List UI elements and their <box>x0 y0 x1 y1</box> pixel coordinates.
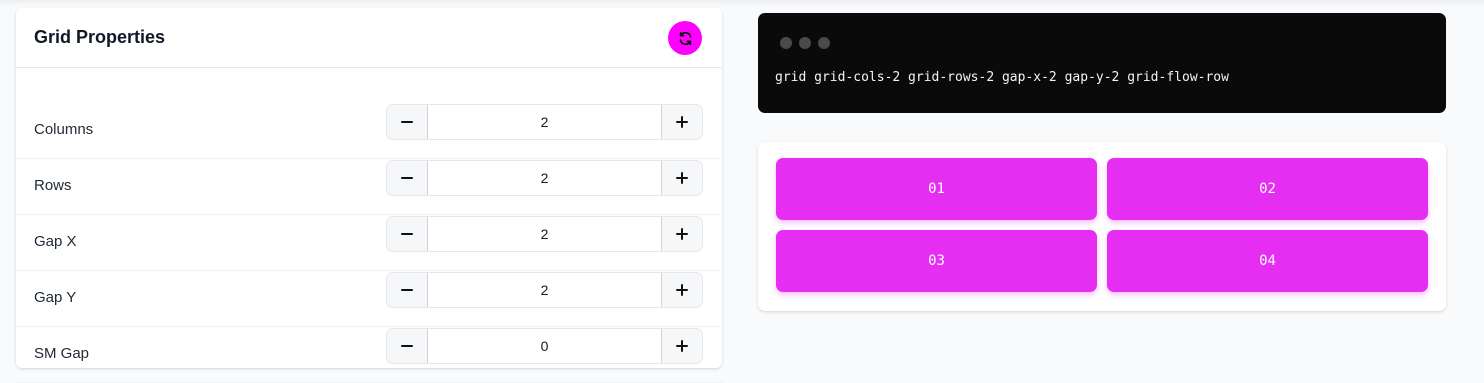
sm-gap-input[interactable] <box>427 329 662 363</box>
gap-x-input[interactable] <box>427 217 662 251</box>
sm-gap-increment-button[interactable] <box>662 329 702 363</box>
rows-increment-button[interactable] <box>662 161 702 195</box>
gap-y-decrement-button[interactable] <box>387 273 427 307</box>
grid-item: 04 <box>1107 230 1428 292</box>
property-row-sm-gap: SM Gap <box>16 327 722 383</box>
minus-icon <box>401 345 413 347</box>
property-row-columns: Columns <box>16 103 722 159</box>
property-row-gap-x: Gap X <box>16 215 722 271</box>
gap-y-label: Gap Y <box>34 289 77 306</box>
plus-icon <box>676 340 688 352</box>
window-dots <box>780 37 830 49</box>
minus-icon <box>401 289 413 291</box>
sm-gap-label: SM Gap <box>34 345 90 362</box>
grid-properties-panel: Grid Properties Columns 2 Rows 2 Gap X 2… <box>16 8 722 383</box>
refresh-button[interactable] <box>668 21 702 55</box>
plus-icon <box>676 172 688 184</box>
sm-gap-decrement-button[interactable] <box>387 329 427 363</box>
class-string[interactable]: grid grid-cols-2 grid-rows-2 gap-x-2 gap… <box>775 70 1229 85</box>
property-list: Columns Rows <box>16 103 722 383</box>
rows-stepper <box>386 160 703 196</box>
columns-decrement-button[interactable] <box>387 105 427 139</box>
gap-x-stepper <box>386 216 703 252</box>
rows-input[interactable] <box>427 161 662 195</box>
gap-x-increment-button[interactable] <box>662 217 702 251</box>
top-shadow <box>0 0 1484 6</box>
sm-gap-stepper <box>386 328 703 364</box>
panel-header: Grid Properties <box>16 8 722 68</box>
gap-x-decrement-button[interactable] <box>387 217 427 251</box>
columns-input[interactable] <box>427 105 662 139</box>
gap-y-stepper <box>386 272 703 308</box>
grid-item: 03 <box>776 230 1097 292</box>
window-dot <box>799 37 811 49</box>
grid-item: 02 <box>1107 158 1428 220</box>
plus-icon <box>676 228 688 240</box>
columns-stepper <box>386 104 703 140</box>
grid-item: 01 <box>776 158 1097 220</box>
preview-grid: 01 02 03 04 <box>776 158 1428 293</box>
grid-preview: 01 02 03 04 <box>758 142 1446 311</box>
rows-label: Rows <box>34 177 72 194</box>
rows-decrement-button[interactable] <box>387 161 427 195</box>
columns-increment-button[interactable] <box>662 105 702 139</box>
gap-y-increment-button[interactable] <box>662 273 702 307</box>
plus-icon <box>676 284 688 296</box>
window-dot <box>818 37 830 49</box>
minus-icon <box>401 121 413 123</box>
plus-icon <box>676 116 688 128</box>
minus-icon <box>401 233 413 235</box>
minus-icon <box>401 177 413 179</box>
gap-x-label: Gap X <box>34 233 77 250</box>
refresh-icon <box>679 31 691 45</box>
panel-title: Grid Properties <box>34 27 166 47</box>
property-row-gap-y: Gap Y <box>16 271 722 327</box>
code-block: grid grid-cols-2 grid-rows-2 gap-x-2 gap… <box>758 13 1446 113</box>
window-dot <box>780 37 792 49</box>
property-row-rows: Rows <box>16 159 722 215</box>
gap-y-input[interactable] <box>427 273 662 307</box>
columns-label: Columns <box>34 121 94 138</box>
